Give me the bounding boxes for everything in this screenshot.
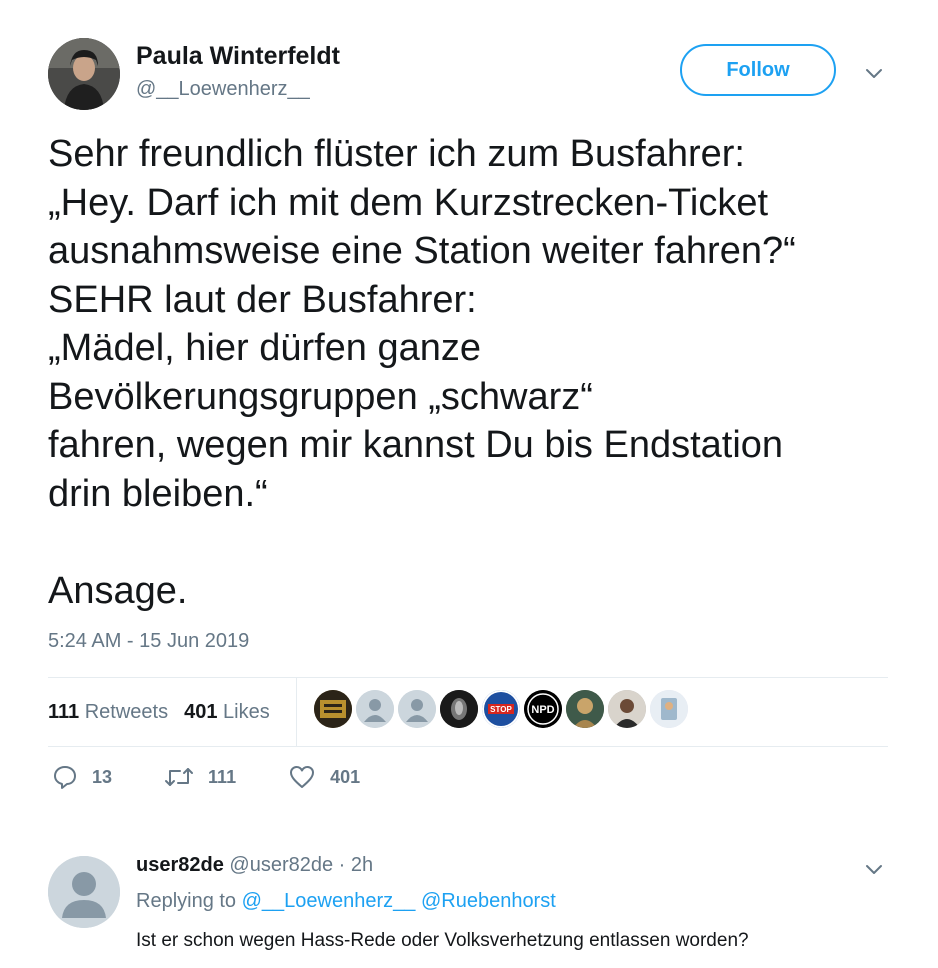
engagement-stats: 111 Retweets 401 Likes	[48, 678, 286, 746]
liker-avatar[interactable]	[398, 690, 436, 728]
reply-author-name[interactable]: user82de	[136, 854, 224, 876]
reply-header: user82de @user82de · 2h	[136, 854, 373, 877]
liker-avatar[interactable]	[566, 690, 604, 728]
like-action[interactable]: 401	[288, 764, 360, 790]
heart-icon	[290, 766, 315, 788]
retweet-count: 111	[208, 766, 237, 787]
likes-stat[interactable]: 401 Likes	[184, 701, 270, 724]
tweet-timestamp[interactable]: 5:24 AM - 15 Jun 2019	[48, 630, 249, 653]
reply-separator: ·	[338, 854, 346, 876]
liker-avatar[interactable]	[608, 690, 646, 728]
reply-author-handle[interactable]: @user82de	[229, 854, 333, 876]
replying-to: Replying to @__Loewenherz__ @Ruebenhorst	[136, 890, 556, 913]
reply-avatar[interactable]	[48, 856, 120, 928]
liker-avatar[interactable]: STOP	[482, 690, 520, 728]
author-name[interactable]: Paula Winterfeldt	[136, 42, 340, 71]
tweet-text: Sehr freundlich flüster ich zum Busfahre…	[48, 133, 796, 612]
retweets-stat[interactable]: 111 Retweets	[48, 701, 168, 724]
reply-text: Ist er schon wegen Hass-Rede oder Volksv…	[136, 930, 749, 951]
reply-action[interactable]: 13	[52, 764, 112, 790]
chevron-down-icon[interactable]	[862, 860, 886, 880]
likes-label: Likes	[223, 700, 270, 723]
reply-time[interactable]: 2h	[351, 854, 373, 876]
retweets-label: Retweets	[84, 700, 169, 723]
retweet-action[interactable]: 111	[164, 765, 236, 789]
mention-link[interactable]: @__Loewenherz__	[242, 890, 416, 912]
mention-link[interactable]: @Ruebenhorst	[421, 890, 556, 912]
replying-prefix: Replying to	[136, 890, 237, 912]
stats-separator	[296, 678, 297, 746]
like-count: 401	[330, 766, 361, 787]
liker-badge-text: NPD	[531, 704, 554, 716]
liker-avatar[interactable]	[356, 690, 394, 728]
liker-badge-text: STOP	[490, 705, 512, 714]
author-handle[interactable]: @__Loewenherz__	[136, 78, 310, 101]
chevron-down-icon[interactable]	[862, 64, 886, 84]
liker-avatars: STOP NPD	[314, 690, 692, 728]
divider	[48, 746, 888, 747]
reply-count: 13	[92, 766, 113, 787]
liker-avatar[interactable]: NPD	[524, 690, 562, 728]
retweets-count: 111	[48, 700, 80, 723]
likes-count: 401	[184, 700, 218, 723]
tweet-actions: 13 111 401	[52, 764, 412, 790]
liker-avatar[interactable]	[650, 690, 688, 728]
liker-avatar[interactable]	[440, 690, 478, 728]
follow-button[interactable]: Follow	[680, 44, 836, 96]
liker-avatar[interactable]	[314, 690, 352, 728]
author-avatar[interactable]	[48, 38, 120, 110]
default-avatar-icon	[48, 856, 120, 928]
retweet-icon	[165, 768, 194, 786]
reply-icon	[54, 766, 76, 789]
